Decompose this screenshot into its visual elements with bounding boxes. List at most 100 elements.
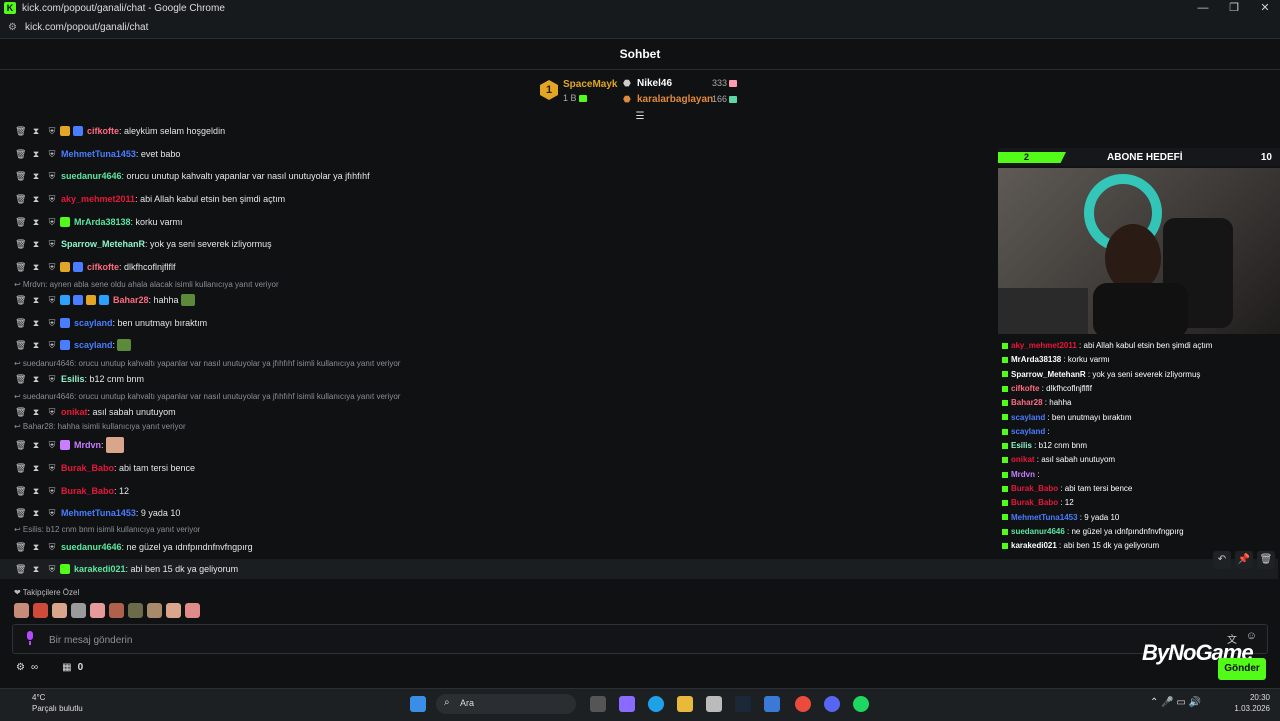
reply-context[interactable]: ↩ Bahar28: hahha isimli kullanıcıya yanı… (14, 422, 186, 432)
follower-emote[interactable] (128, 603, 143, 618)
leader-third-name[interactable]: karalarbaglayan (637, 94, 713, 105)
ban-shield-icon[interactable]: ⛨ (47, 542, 57, 553)
ban-shield-icon[interactable]: ⛨ (47, 149, 57, 160)
delete-message-icon[interactable]: 🗑 (15, 194, 26, 205)
chat-username[interactable]: scayland (74, 340, 113, 350)
delete-message-icon[interactable]: 🗑 (15, 340, 26, 351)
chat-username[interactable]: suedanur4646 (61, 542, 122, 552)
follower-emote[interactable] (185, 603, 200, 618)
delete-message-icon[interactable]: 🗑 (15, 149, 26, 160)
timeout-icon[interactable]: ⧗ (31, 318, 41, 329)
steam-icon[interactable] (735, 696, 751, 712)
store-icon[interactable] (706, 696, 722, 712)
delete-message-icon[interactable]: 🗑 (15, 318, 26, 329)
timeout-icon[interactable]: ⧗ (31, 149, 41, 160)
timeout-icon[interactable]: ⧗ (31, 374, 41, 385)
ban-shield-icon[interactable]: ⛨ (47, 564, 57, 575)
follower-emote[interactable] (90, 603, 105, 618)
follower-emote[interactable] (52, 603, 67, 618)
ban-shield-icon[interactable]: ⛨ (47, 194, 57, 205)
timeout-icon[interactable]: ⧗ (31, 340, 41, 351)
timeout-icon[interactable]: ⧗ (31, 262, 41, 273)
chat-username[interactable]: MehmetTuna1453 (61, 508, 136, 518)
timeout-icon[interactable]: ⧗ (31, 295, 41, 306)
ban-shield-icon[interactable]: ⛨ (47, 171, 57, 182)
follower-emote[interactable] (14, 603, 29, 618)
chat-username[interactable]: MrArda38138 (74, 217, 131, 227)
timeout-icon[interactable]: ⧗ (31, 486, 41, 497)
reply-context[interactable]: ↩ suedanur4646: orucu unutup kahvaltı ya… (14, 359, 400, 369)
close-button[interactable]: ✕ (1250, 0, 1280, 16)
system-tray-icons[interactable]: ⌃ 🎤 ▭ 🔊 (1150, 697, 1201, 708)
ban-shield-icon[interactable]: ⛨ (47, 486, 57, 497)
ban-shield-icon[interactable]: ⛨ (47, 508, 57, 519)
delete-message-icon[interactable]: 🗑 (15, 295, 26, 306)
chat-username[interactable]: onikat (61, 407, 88, 417)
chat-username[interactable]: Sparrow_MetehanR (61, 239, 145, 249)
start-icon[interactable] (410, 696, 426, 712)
ban-shield-icon[interactable]: ⛨ (47, 463, 57, 474)
delete-message-icon[interactable]: 🗑 (15, 239, 26, 250)
chat-username[interactable]: cifkofte (87, 126, 119, 136)
ban-shield-icon[interactable]: ⛨ (47, 295, 57, 306)
settings-icon[interactable]: ⚙ (16, 662, 25, 673)
timeout-icon[interactable]: ⧗ (31, 542, 41, 553)
delete-message-icon[interactable]: 🗑 (15, 508, 26, 519)
chat-username[interactable]: cifkofte (87, 262, 119, 272)
timeout-icon[interactable]: ⧗ (31, 217, 41, 228)
pin-icon[interactable]: 📌 (1235, 551, 1253, 569)
file-explorer-icon[interactable] (677, 696, 693, 712)
chrome-icon[interactable] (795, 696, 811, 712)
leader-second-name[interactable]: Nikel46 (637, 78, 672, 89)
timeout-icon[interactable]: ⧗ (31, 564, 41, 575)
url-text[interactable]: kick.com/popout/ganali/chat (25, 22, 148, 33)
taskbar-search[interactable]: ⌕ Ara (436, 694, 576, 714)
timeout-icon[interactable]: ⧗ (31, 126, 41, 137)
chat-message-row[interactable]: 🗑 ⧗ ⛨ karakedi021: abi ben 15 dk ya geliyor… (0, 559, 1278, 579)
reply-context[interactable]: ↩ Mrdvn: aynen abla sene oldu ahala alac… (14, 280, 279, 290)
chat-username[interactable]: Esilis (61, 374, 85, 384)
ban-shield-icon[interactable]: ⛨ (47, 374, 57, 385)
chat-username[interactable]: aky_mehmet2011 (61, 194, 135, 204)
delete-message-icon[interactable]: 🗑 (15, 407, 26, 418)
ban-shield-icon[interactable]: ⛨ (47, 126, 57, 137)
timeout-icon[interactable]: ⧗ (31, 194, 41, 205)
delete-message-icon[interactable]: 🗑 (15, 440, 26, 451)
timeout-icon[interactable]: ⧗ (31, 463, 41, 474)
weather-widget[interactable]: 4°C Parçalı bulutlu (12, 692, 83, 714)
delete-message-icon[interactable]: 🗑 (15, 564, 26, 575)
timeout-icon[interactable]: ⧗ (31, 171, 41, 182)
ban-shield-icon[interactable]: ⛨ (47, 217, 57, 228)
timeout-icon[interactable]: ⧗ (31, 407, 41, 418)
ban-shield-icon[interactable]: ⛨ (47, 407, 57, 418)
delete-message-icon[interactable]: 🗑 (15, 486, 26, 497)
chat-username[interactable]: Burak_Babo (61, 486, 114, 496)
follower-emote[interactable] (109, 603, 124, 618)
minimize-button[interactable]: — (1188, 0, 1218, 16)
ban-shield-icon[interactable]: ⛨ (47, 262, 57, 273)
restore-button[interactable]: ❐ (1219, 0, 1249, 16)
message-input[interactable] (47, 631, 1151, 649)
microphone-icon[interactable] (26, 631, 34, 645)
ban-shield-icon[interactable]: ⛨ (47, 340, 57, 351)
spotify-icon[interactable] (853, 696, 869, 712)
timeout-icon[interactable]: ⧗ (31, 508, 41, 519)
timeout-icon[interactable]: ⧗ (31, 239, 41, 250)
chat-username[interactable]: Mrdvn (74, 440, 101, 450)
task-view-icon[interactable] (590, 696, 606, 712)
follower-emote[interactable] (166, 603, 181, 618)
follower-emote[interactable] (33, 603, 48, 618)
undo-icon[interactable]: ↶ (1213, 551, 1231, 569)
leader-first-name[interactable]: SpaceMayk (563, 79, 617, 90)
ban-shield-icon[interactable]: ⛨ (47, 440, 57, 451)
site-info-icon[interactable]: ⚙ (8, 22, 17, 33)
delete-message-icon[interactable]: 🗑 (15, 463, 26, 474)
chat-username[interactable]: Bahar28 (113, 295, 149, 305)
ban-shield-icon[interactable]: ⛨ (47, 318, 57, 329)
address-bar[interactable]: ⚙ kick.com/popout/ganali/chat (0, 16, 1280, 39)
delete-message-icon[interactable]: 🗑 (15, 542, 26, 553)
delete-icon[interactable]: 🗑 (1257, 551, 1275, 569)
chat-username[interactable]: scayland (74, 318, 113, 328)
chat-username[interactable]: MehmetTuna1453 (61, 149, 136, 159)
delete-message-icon[interactable]: 🗑 (15, 171, 26, 182)
